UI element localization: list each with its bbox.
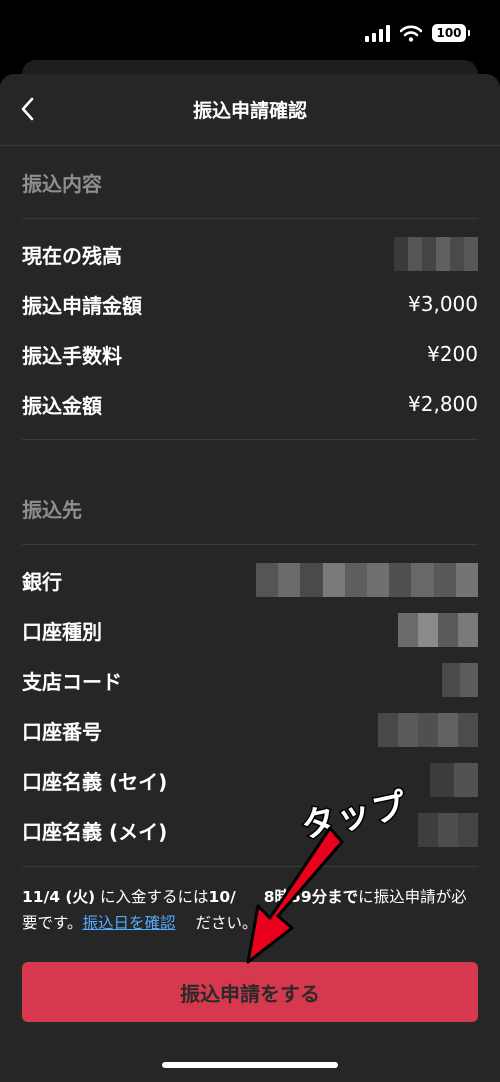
redacted-account-name-first [418,813,478,847]
notice-date: 11/4 (火) [22,888,96,906]
row-account-name-kana-last: 口座名義 (セイ) [22,763,478,797]
row-label: 銀行 [22,569,62,594]
cellular-signal-icon [365,24,390,42]
redacted-account-name-last [430,763,478,797]
row-bank: 銀行 [22,563,479,597]
row-account-type: 口座種別 [22,613,478,647]
row-label: 現在の残高 [22,243,122,268]
section-title-transfer-details: 振込内容 [22,172,102,196]
divider [22,218,478,219]
row-label: 口座名義 (セイ) [22,769,168,794]
status-bar: 100 [0,0,500,66]
home-indicator [162,1062,338,1068]
redacted-branch-code [442,663,478,697]
battery-icon: 100 [432,24,470,42]
row-label: 支店コード [22,669,122,694]
row-value: ¥2,800 [408,392,478,416]
row-fee: 振込手数料 ¥200 [22,337,478,371]
redacted-balance [394,237,478,271]
notice-text: に入金するには [95,888,209,906]
row-current-balance: 現在の残高 [22,237,478,271]
check-date-link[interactable]: 振込日を確認 [82,914,175,932]
wifi-icon [400,25,422,42]
row-label: 口座番号 [22,719,102,744]
navigation-bar: 振込申請確認 [0,74,500,146]
divider [22,439,478,440]
redacted-account-type [398,613,478,647]
row-account-number: 口座番号 [22,713,478,747]
redacted-bank [256,563,479,597]
divider [22,544,478,545]
page-title: 振込申請確認 [192,100,307,122]
row-label: 振込申請金額 [22,293,142,318]
redacted-account-number [378,713,478,747]
row-label: 口座種別 [22,619,102,644]
section-title-destination: 振込先 [22,498,82,522]
row-transfer-amount: 振込金額 ¥2,800 [22,387,478,421]
row-value: ¥3,000 [408,292,478,316]
annotation-arrow-icon [246,826,344,964]
submit-transfer-button[interactable]: 振込申請をする [22,962,478,1022]
row-requested-amount: 振込申請金額 ¥3,000 [22,287,478,321]
row-label: 口座名義 (メイ) [22,819,168,844]
row-label: 振込手数料 [22,343,122,368]
status-icons: 100 [365,24,470,42]
row-label: 振込金額 [22,393,102,418]
row-branch-code: 支店コード [22,663,478,697]
row-value: ¥200 [427,342,478,366]
